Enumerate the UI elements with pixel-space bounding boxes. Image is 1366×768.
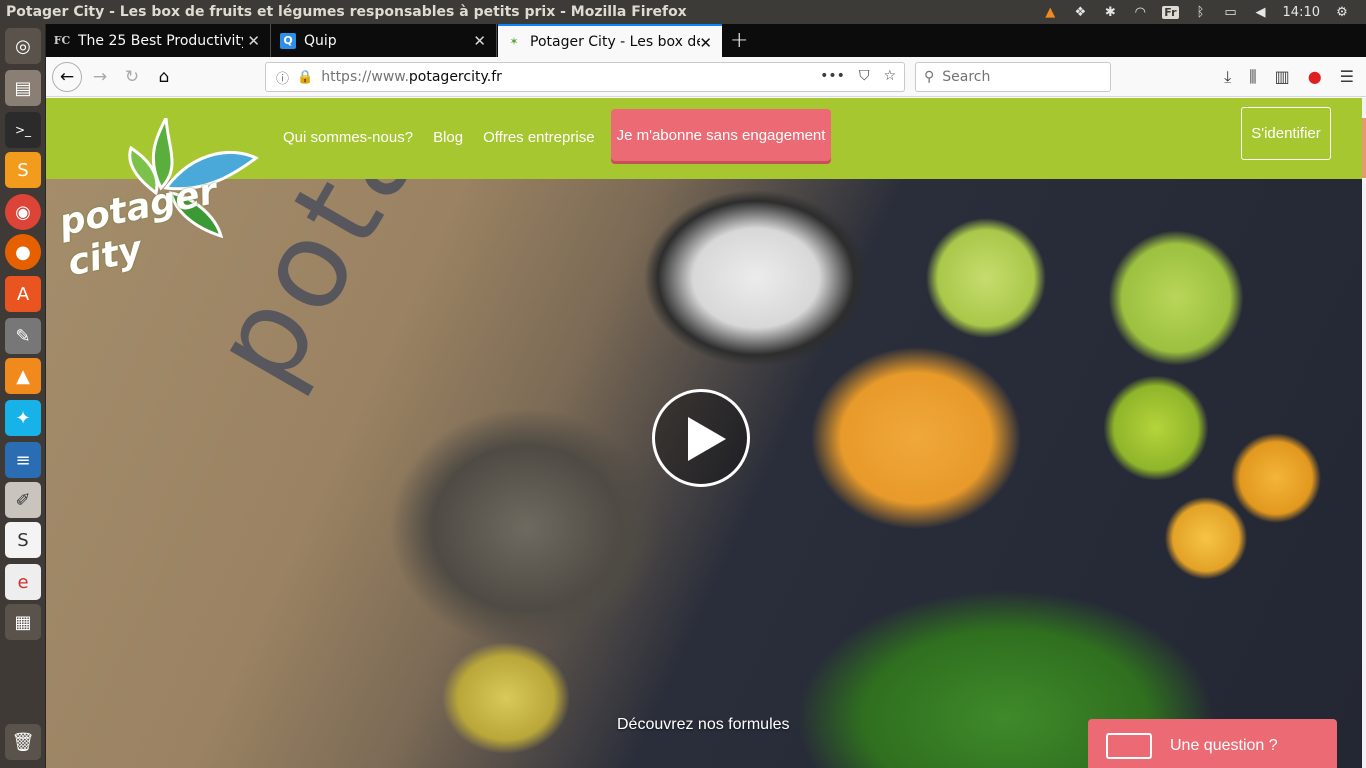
evernote-icon[interactable]: e xyxy=(5,564,41,600)
nav-link-about[interactable]: Qui sommes-nous? xyxy=(283,129,413,146)
text-editor-icon[interactable]: ✐ xyxy=(5,482,41,518)
firefox-icon[interactable]: ● xyxy=(5,234,41,270)
close-icon[interactable]: ✕ xyxy=(699,34,712,52)
bookmark-star-icon[interactable]: ☆ xyxy=(883,68,896,84)
pocket-icon[interactable]: ⛉ xyxy=(859,68,870,84)
url-bar[interactable]: ⓘ 🔒 https://www.potagercity.fr ••• ⛉ ☆ xyxy=(265,62,905,92)
url-bar-actions: ••• ⛉ ☆ xyxy=(820,68,896,84)
wifi-icon[interactable]: ◠ xyxy=(1132,5,1148,20)
slack-icon[interactable]: S xyxy=(5,522,41,558)
url-domain: potagercity.fr xyxy=(408,69,502,85)
kodi-icon[interactable]: ✦ xyxy=(5,400,41,436)
vlc-icon[interactable]: ▲ xyxy=(5,358,41,394)
search-input[interactable]: ⚲ Search xyxy=(915,62,1111,92)
tab-label: Potager City - Les box de xyxy=(530,33,700,50)
right-toolbar: ⤓ ⫼ ▥ ● ☰ xyxy=(1224,67,1354,87)
volume-icon[interactable]: ◀ xyxy=(1253,5,1269,20)
nav-toolbar: ← → ↻ ⌂ ⓘ 🔒 https://www.potagercity.fr •… xyxy=(46,57,1366,97)
system-tray: ▲ ❖ ✱ ◠ Fr ᛒ ▭ ◀ 14:10 ⚙ xyxy=(1042,0,1366,24)
tab-label: The 25 Best Productivity xyxy=(78,32,243,49)
site-nav: Qui sommes-nous? Blog Offres entreprise xyxy=(283,129,595,146)
bluetooth-icon[interactable]: ᛒ xyxy=(1193,5,1209,20)
battery-icon[interactable]: ▭ xyxy=(1223,5,1239,20)
scrollbar-thumb[interactable] xyxy=(1362,118,1366,178)
libreoffice-writer-icon[interactable]: ≡ xyxy=(5,442,41,478)
settings-tray-icon[interactable]: ✱ xyxy=(1102,5,1118,20)
terminal-icon[interactable]: >_ xyxy=(5,112,41,148)
extension-tomato-icon[interactable]: ● xyxy=(1308,67,1322,87)
question-label: Une question ? xyxy=(1170,737,1278,754)
back-icon[interactable]: ← xyxy=(52,62,82,92)
sidebar-icon[interactable]: ▥ xyxy=(1275,67,1290,87)
nav-link-business-offers[interactable]: Offres entreprise xyxy=(483,129,594,146)
play-icon xyxy=(688,417,726,461)
search-placeholder: Search xyxy=(942,69,991,85)
files-icon[interactable]: ▤ xyxy=(5,70,41,106)
keyboard-layout-indicator[interactable]: Fr xyxy=(1162,5,1179,19)
play-video-button[interactable] xyxy=(652,389,750,487)
tab-productivity[interactable]: FC The 25 Best Productivity ✕ xyxy=(46,24,271,57)
library-icon[interactable]: ⫼ xyxy=(1249,67,1256,87)
discover-formulas-link[interactable]: Découvrez nos formules xyxy=(617,716,790,734)
login-button[interactable]: S'identifier xyxy=(1241,107,1331,160)
clock[interactable]: 14:10 xyxy=(1283,5,1320,20)
downloads-icon[interactable]: ⤓ xyxy=(1224,67,1231,87)
os-top-bar: Potager City - Les box de fruits et légu… xyxy=(0,0,1366,24)
workspace-switcher-icon[interactable]: ▦ xyxy=(5,604,41,640)
dropbox-tray-icon[interactable]: ❖ xyxy=(1072,5,1088,20)
tab-strip: FC The 25 Best Productivity ✕ Q Quip ✕ ✶… xyxy=(46,24,1366,57)
home-icon[interactable]: ⌂ xyxy=(150,63,178,91)
tab-potager-city[interactable]: ✶ Potager City - Les box de ✕ xyxy=(498,24,722,57)
dash-icon[interactable]: ◎ xyxy=(5,28,41,64)
system-settings-icon[interactable]: ✎ xyxy=(5,318,41,354)
sublime-text-icon[interactable]: S xyxy=(5,152,41,188)
window-title: Potager City - Les box de fruits et légu… xyxy=(6,4,687,20)
forward-icon[interactable]: → xyxy=(86,63,114,91)
ubuntu-launcher: ◎ ▤ >_ S ◉ ● A ✎ ▲ ✦ ≡ ✐ S e ▦ 🗑 xyxy=(0,24,46,768)
subscribe-button[interactable]: Je m'abonne sans engagement xyxy=(611,109,831,161)
tab-favicon: FC xyxy=(53,34,71,47)
chrome-icon[interactable]: ◉ xyxy=(5,194,41,230)
info-icon[interactable]: ⓘ xyxy=(276,68,289,87)
close-icon[interactable]: ✕ xyxy=(247,32,260,50)
menu-icon[interactable]: ☰ xyxy=(1340,67,1354,87)
page-actions-icon[interactable]: ••• xyxy=(820,68,845,84)
url-text[interactable]: https://www.potagercity.fr xyxy=(321,69,502,85)
page-scrollbar[interactable] xyxy=(1362,98,1366,768)
tab-favicon: Q xyxy=(280,32,296,49)
tab-label: Quip xyxy=(304,32,337,49)
tab-favicon: ✶ xyxy=(509,35,519,48)
search-icon: ⚲ xyxy=(924,69,935,85)
firefox-window: FC The 25 Best Productivity ✕ Q Quip ✕ ✶… xyxy=(46,24,1366,768)
web-page: potager Qui sommes-nous? Blog Offres ent… xyxy=(46,98,1366,768)
tab-quip[interactable]: Q Quip ✕ xyxy=(272,24,497,57)
lock-icon[interactable]: 🔒 xyxy=(297,70,313,85)
close-icon[interactable]: ✕ xyxy=(473,32,486,50)
vlc-tray-icon[interactable]: ▲ xyxy=(1042,5,1058,20)
nav-link-blog[interactable]: Blog xyxy=(433,129,463,146)
chat-bubble-icon xyxy=(1106,733,1152,759)
software-center-icon[interactable]: A xyxy=(5,276,41,312)
url-prefix: https://www. xyxy=(321,69,409,85)
reload-icon[interactable]: ↻ xyxy=(118,63,146,91)
new-tab-icon[interactable]: + xyxy=(730,28,748,53)
trash-icon[interactable]: 🗑 xyxy=(5,724,41,760)
question-chat-button[interactable]: Une question ? xyxy=(1088,719,1337,768)
site-logo[interactable]: potager city xyxy=(56,112,266,284)
power-gear-icon[interactable]: ⚙ xyxy=(1334,5,1350,20)
